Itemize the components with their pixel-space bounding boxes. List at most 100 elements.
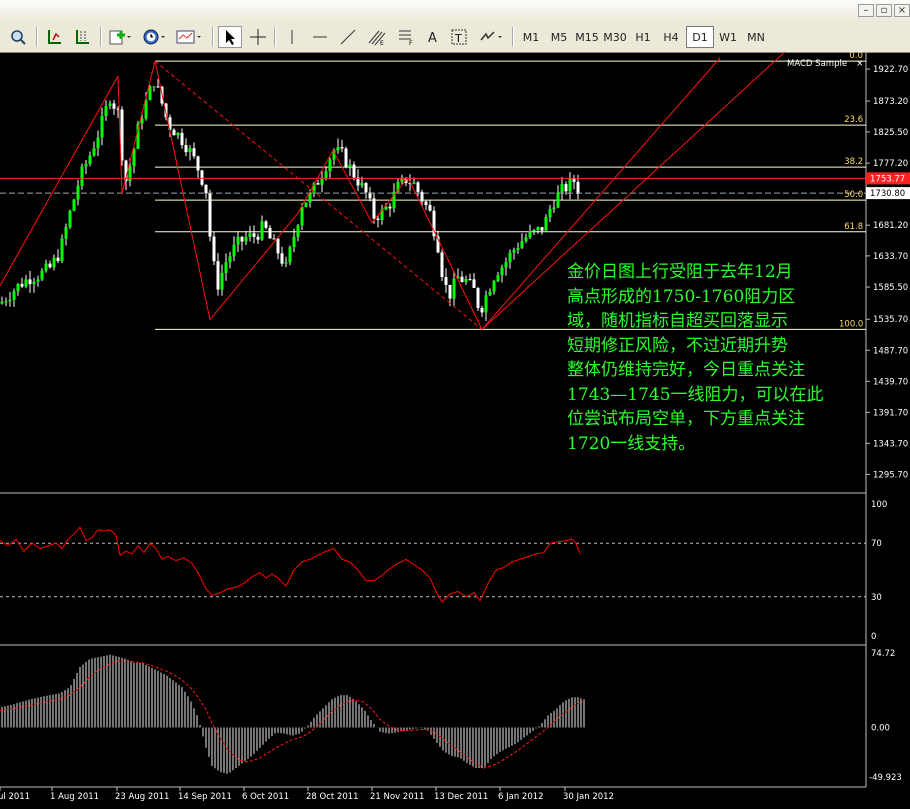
svg-text:F: F bbox=[409, 40, 413, 46]
trendline-icon[interactable] bbox=[336, 26, 360, 48]
template-icon[interactable] bbox=[174, 26, 204, 48]
candle-body bbox=[8, 299, 12, 302]
timeframe-w1[interactable]: W1 bbox=[714, 26, 742, 48]
timeframe-h1[interactable]: H1 bbox=[629, 26, 657, 48]
toolbar-separator bbox=[36, 27, 38, 47]
candle-body bbox=[0, 301, 4, 304]
candle-body bbox=[188, 148, 192, 153]
candle-body bbox=[192, 148, 196, 157]
candle-body bbox=[200, 170, 204, 185]
toolbar: – ▫ × E F A T M1 M5 M15 M30 H1 H4 D1 W1 … bbox=[0, 0, 910, 53]
candle-body bbox=[500, 267, 504, 276]
candle-body bbox=[88, 155, 92, 164]
candle-body bbox=[84, 163, 88, 167]
crosshair-icon[interactable] bbox=[246, 26, 270, 48]
toolbar-separator bbox=[274, 27, 276, 47]
restore-button[interactable]: ▫ bbox=[876, 4, 892, 17]
candle-body bbox=[560, 184, 564, 193]
candle-body bbox=[36, 279, 40, 282]
macd-axis-label: -49.923 bbox=[869, 773, 902, 783]
candle-body bbox=[32, 281, 36, 285]
candle-body bbox=[12, 291, 16, 300]
arrow-icon[interactable] bbox=[476, 26, 506, 48]
candle-body bbox=[516, 248, 520, 250]
current-price-label: 1730.80 bbox=[870, 189, 905, 199]
indicator-name: MACD Sample bbox=[787, 59, 847, 69]
timeframe-m1[interactable]: M1 bbox=[517, 26, 545, 48]
candle-body bbox=[96, 137, 100, 149]
candle-body bbox=[72, 199, 76, 211]
clock-icon[interactable] bbox=[140, 26, 168, 48]
time-axis-label: 28 Oct 2011 bbox=[306, 792, 359, 802]
price-tick-label: 1633.70 bbox=[873, 252, 908, 262]
fibonacci-fan-icon[interactable]: F bbox=[394, 26, 420, 48]
candle-body bbox=[428, 204, 432, 211]
candle-body bbox=[372, 198, 376, 219]
time-axis-label: ul 2011 bbox=[0, 792, 30, 802]
new-indicator-icon[interactable] bbox=[106, 26, 134, 48]
period-separator-icon[interactable] bbox=[42, 26, 66, 48]
candle-body bbox=[196, 156, 200, 171]
timeframe-d1[interactable]: D1 bbox=[686, 26, 714, 48]
candle-body bbox=[536, 227, 540, 230]
timeframe-m5[interactable]: M5 bbox=[545, 26, 573, 48]
text-label-icon[interactable]: T bbox=[448, 26, 470, 48]
candle-body bbox=[52, 257, 56, 268]
trend-line bbox=[0, 75, 119, 287]
candle-body bbox=[296, 225, 300, 237]
candle-body bbox=[240, 236, 244, 242]
candle-body bbox=[512, 249, 516, 253]
candle-body bbox=[472, 279, 476, 289]
candle-body bbox=[416, 182, 420, 192]
candle-body bbox=[184, 145, 188, 153]
candle-body bbox=[216, 261, 220, 290]
candle-body bbox=[556, 192, 560, 208]
candle-body bbox=[212, 236, 216, 262]
candle-body bbox=[360, 183, 364, 186]
grid-toggle-icon[interactable] bbox=[70, 26, 94, 48]
candle-body bbox=[484, 295, 488, 313]
candle-body bbox=[336, 147, 340, 151]
minimize-button[interactable]: – bbox=[858, 4, 874, 17]
candle-body bbox=[148, 86, 152, 101]
candle-body bbox=[56, 257, 60, 262]
time-axis-label: 1 Aug 2011 bbox=[50, 792, 99, 802]
candle-body bbox=[548, 209, 552, 218]
candle-body bbox=[376, 218, 380, 220]
candle-body bbox=[292, 236, 296, 248]
candle-body bbox=[488, 291, 492, 296]
candle-body bbox=[156, 86, 160, 88]
vertical-line-icon[interactable] bbox=[280, 26, 304, 48]
timeframe-h4[interactable]: H4 bbox=[657, 26, 685, 48]
candle-body bbox=[220, 272, 224, 290]
price-tick-label: 1585.50 bbox=[873, 283, 908, 293]
close-button[interactable]: × bbox=[894, 4, 910, 17]
timeframe-m15[interactable]: M15 bbox=[573, 26, 601, 48]
candle-body bbox=[92, 148, 96, 156]
candle-body bbox=[20, 283, 24, 287]
time-axis-label: 14 Sep 2011 bbox=[178, 792, 232, 802]
cursor-icon[interactable] bbox=[218, 26, 242, 48]
timeframe-mn[interactable]: MN bbox=[742, 26, 770, 48]
candle-body bbox=[576, 181, 580, 195]
time-axis-label: 21 Nov 2011 bbox=[370, 792, 424, 802]
candle-body bbox=[348, 164, 352, 168]
candle-body bbox=[244, 236, 248, 242]
toolbar-separator bbox=[512, 27, 514, 47]
candle-body bbox=[564, 184, 568, 192]
candle-body bbox=[448, 284, 452, 299]
horizontal-line-icon[interactable] bbox=[308, 26, 332, 48]
candle-body bbox=[552, 207, 556, 210]
candle-body bbox=[64, 227, 68, 239]
magnifier-icon[interactable] bbox=[6, 26, 30, 48]
timeframe-m30[interactable]: M30 bbox=[601, 26, 629, 48]
fibonacci-channel-icon[interactable]: E bbox=[364, 26, 390, 48]
candle-body bbox=[520, 241, 524, 249]
text-icon[interactable]: A bbox=[422, 26, 444, 48]
price-tick-label: 1295.70 bbox=[873, 470, 908, 480]
svg-text:T: T bbox=[454, 32, 462, 45]
candle-body bbox=[260, 221, 264, 240]
candle-body bbox=[172, 129, 176, 136]
candle-body bbox=[364, 183, 368, 193]
candle-body bbox=[264, 221, 268, 228]
